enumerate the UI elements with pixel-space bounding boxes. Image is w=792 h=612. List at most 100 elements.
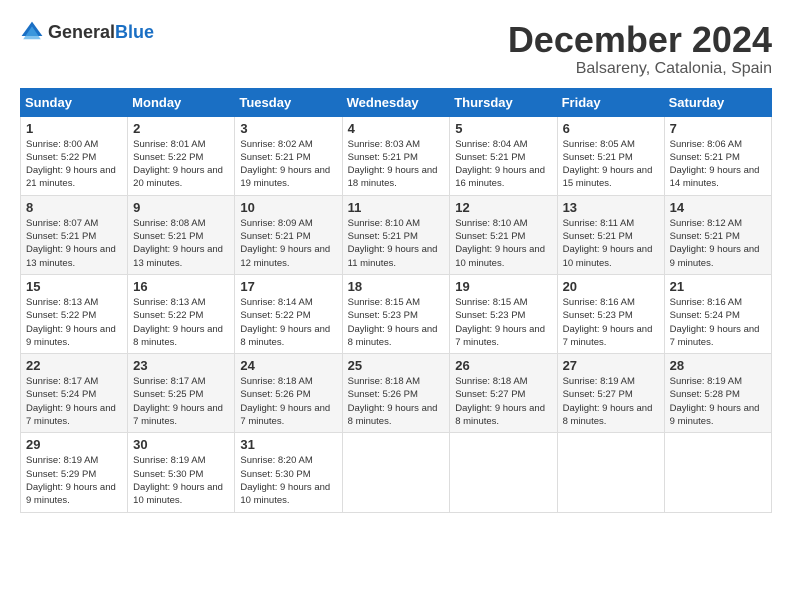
day-info: Sunrise: 8:10 AMSunset: 5:21 PMDaylight:… — [455, 217, 551, 270]
calendar-cell: 1Sunrise: 8:00 AMSunset: 5:22 PMDaylight… — [21, 116, 128, 195]
day-number: 29 — [26, 437, 122, 452]
day-number: 25 — [348, 358, 445, 373]
day-number: 15 — [26, 279, 122, 294]
day-number: 4 — [348, 121, 445, 136]
day-info: Sunrise: 8:00 AMSunset: 5:22 PMDaylight:… — [26, 138, 122, 191]
calendar-cell: 29 Sunrise: 8:19 AMSunset: 5:29 PMDayligh… — [21, 433, 128, 512]
day-number: 19 — [455, 279, 551, 294]
logo: GeneralBlue — [20, 20, 154, 44]
title-area: December 2024 Balsareny, Catalonia, Spai… — [508, 20, 772, 78]
weekday-header-thursday: Thursday — [450, 88, 557, 116]
calendar-cell — [450, 433, 557, 512]
calendar-cell: 8 Sunrise: 8:07 AMSunset: 5:21 PMDaylight… — [21, 195, 128, 274]
day-info: Sunrise: 8:19 AMSunset: 5:29 PMDaylight:… — [26, 454, 122, 507]
calendar-cell: 5 Sunrise: 8:04 AMSunset: 5:21 PMDaylight… — [450, 116, 557, 195]
day-number: 20 — [563, 279, 659, 294]
day-number: 31 — [240, 437, 336, 452]
day-info: Sunrise: 8:19 AMSunset: 5:27 PMDaylight:… — [563, 375, 659, 428]
logo-text-blue: Blue — [115, 22, 154, 42]
day-info: Sunrise: 8:05 AMSunset: 5:21 PMDaylight:… — [563, 138, 659, 191]
day-number: 27 — [563, 358, 659, 373]
calendar-cell — [342, 433, 450, 512]
day-info: Sunrise: 8:11 AMSunset: 5:21 PMDaylight:… — [563, 217, 659, 270]
day-number: 23 — [133, 358, 229, 373]
calendar-cell: 27 Sunrise: 8:19 AMSunset: 5:27 PMDayligh… — [557, 354, 664, 433]
calendar-cell: 21 Sunrise: 8:16 AMSunset: 5:24 PMDayligh… — [664, 274, 771, 353]
day-info: Sunrise: 8:16 AMSunset: 5:24 PMDaylight:… — [670, 296, 766, 349]
day-number: 18 — [348, 279, 445, 294]
day-info: Sunrise: 8:03 AMSunset: 5:21 PMDaylight:… — [348, 138, 445, 191]
day-info: Sunrise: 8:18 AMSunset: 5:26 PMDaylight:… — [240, 375, 336, 428]
day-number: 21 — [670, 279, 766, 294]
day-info: Sunrise: 8:07 AMSunset: 5:21 PMDaylight:… — [26, 217, 122, 270]
calendar-week-1: 1Sunrise: 8:00 AMSunset: 5:22 PMDaylight… — [21, 116, 772, 195]
day-info: Sunrise: 8:10 AMSunset: 5:21 PMDaylight:… — [348, 217, 445, 270]
calendar-cell: 9 Sunrise: 8:08 AMSunset: 5:21 PMDaylight… — [128, 195, 235, 274]
calendar-cell: 20 Sunrise: 8:16 AMSunset: 5:23 PMDayligh… — [557, 274, 664, 353]
weekday-header-tuesday: Tuesday — [235, 88, 342, 116]
calendar-cell: 22 Sunrise: 8:17 AMSunset: 5:24 PMDayligh… — [21, 354, 128, 433]
month-title: December 2024 — [508, 20, 772, 60]
day-number: 6 — [563, 121, 659, 136]
calendar: SundayMondayTuesdayWednesdayThursdayFrid… — [20, 88, 772, 513]
day-number: 9 — [133, 200, 229, 215]
day-info: Sunrise: 8:15 AMSunset: 5:23 PMDaylight:… — [348, 296, 445, 349]
calendar-cell: 18 Sunrise: 8:15 AMSunset: 5:23 PMDayligh… — [342, 274, 450, 353]
subtitle: Balsareny, Catalonia, Spain — [508, 60, 772, 78]
day-info: Sunrise: 8:17 AMSunset: 5:25 PMDaylight:… — [133, 375, 229, 428]
day-number: 7 — [670, 121, 766, 136]
calendar-cell: 23 Sunrise: 8:17 AMSunset: 5:25 PMDayligh… — [128, 354, 235, 433]
calendar-cell: 11Sunrise: 8:10 AMSunset: 5:21 PMDayligh… — [342, 195, 450, 274]
day-number: 5 — [455, 121, 551, 136]
day-info: Sunrise: 8:14 AMSunset: 5:22 PMDaylight:… — [240, 296, 336, 349]
day-number: 26 — [455, 358, 551, 373]
weekday-header-monday: Monday — [128, 88, 235, 116]
weekday-header-friday: Friday — [557, 88, 664, 116]
calendar-cell: 3Sunrise: 8:02 AMSunset: 5:21 PMDaylight… — [235, 116, 342, 195]
day-info: Sunrise: 8:16 AMSunset: 5:23 PMDaylight:… — [563, 296, 659, 349]
weekday-header-wednesday: Wednesday — [342, 88, 450, 116]
day-info: Sunrise: 8:17 AMSunset: 5:24 PMDaylight:… — [26, 375, 122, 428]
calendar-cell: 19Sunrise: 8:15 AMSunset: 5:23 PMDayligh… — [450, 274, 557, 353]
day-info: Sunrise: 8:13 AMSunset: 5:22 PMDaylight:… — [26, 296, 122, 349]
day-info: Sunrise: 8:04 AMSunset: 5:21 PMDaylight:… — [455, 138, 551, 191]
calendar-cell: 24 Sunrise: 8:18 AMSunset: 5:26 PMDayligh… — [235, 354, 342, 433]
day-info: Sunrise: 8:20 AMSunset: 5:30 PMDaylight:… — [240, 454, 336, 507]
day-number: 8 — [26, 200, 122, 215]
calendar-cell — [664, 433, 771, 512]
weekday-header-saturday: Saturday — [664, 88, 771, 116]
day-number: 16 — [133, 279, 229, 294]
calendar-cell: 7Sunrise: 8:06 AMSunset: 5:21 PMDaylight… — [664, 116, 771, 195]
calendar-week-2: 8 Sunrise: 8:07 AMSunset: 5:21 PMDaylight… — [21, 195, 772, 274]
day-info: Sunrise: 8:08 AMSunset: 5:21 PMDaylight:… — [133, 217, 229, 270]
calendar-cell: 6 Sunrise: 8:05 AMSunset: 5:21 PMDaylight… — [557, 116, 664, 195]
calendar-cell — [557, 433, 664, 512]
day-info: Sunrise: 8:13 AMSunset: 5:22 PMDaylight:… — [133, 296, 229, 349]
day-info: Sunrise: 8:01 AMSunset: 5:22 PMDaylight:… — [133, 138, 229, 191]
calendar-cell: 15 Sunrise: 8:13 AMSunset: 5:22 PMDayligh… — [21, 274, 128, 353]
calendar-cell: 14Sunrise: 8:12 AMSunset: 5:21 PMDayligh… — [664, 195, 771, 274]
day-number: 13 — [563, 200, 659, 215]
calendar-cell: 28 Sunrise: 8:19 AMSunset: 5:28 PMDayligh… — [664, 354, 771, 433]
weekday-header-row: SundayMondayTuesdayWednesdayThursdayFrid… — [21, 88, 772, 116]
calendar-week-4: 22 Sunrise: 8:17 AMSunset: 5:24 PMDayligh… — [21, 354, 772, 433]
day-number: 17 — [240, 279, 336, 294]
day-number: 22 — [26, 358, 122, 373]
day-info: Sunrise: 8:19 AMSunset: 5:30 PMDaylight:… — [133, 454, 229, 507]
calendar-cell: 12Sunrise: 8:10 AMSunset: 5:21 PMDayligh… — [450, 195, 557, 274]
day-info: Sunrise: 8:19 AMSunset: 5:28 PMDaylight:… — [670, 375, 766, 428]
calendar-week-5: 29 Sunrise: 8:19 AMSunset: 5:29 PMDayligh… — [21, 433, 772, 512]
logo-text-general: General — [48, 22, 115, 42]
day-info: Sunrise: 8:18 AMSunset: 5:27 PMDaylight:… — [455, 375, 551, 428]
calendar-cell: 2Sunrise: 8:01 AMSunset: 5:22 PMDaylight… — [128, 116, 235, 195]
day-info: Sunrise: 8:02 AMSunset: 5:21 PMDaylight:… — [240, 138, 336, 191]
day-number: 14 — [670, 200, 766, 215]
calendar-cell: 13 Sunrise: 8:11 AMSunset: 5:21 PMDayligh… — [557, 195, 664, 274]
day-number: 28 — [670, 358, 766, 373]
calendar-cell: 10Sunrise: 8:09 AMSunset: 5:21 PMDayligh… — [235, 195, 342, 274]
day-info: Sunrise: 8:09 AMSunset: 5:21 PMDaylight:… — [240, 217, 336, 270]
day-info: Sunrise: 8:18 AMSunset: 5:26 PMDaylight:… — [348, 375, 445, 428]
logo-icon — [20, 20, 44, 44]
day-number: 24 — [240, 358, 336, 373]
calendar-cell: 30Sunrise: 8:19 AMSunset: 5:30 PMDayligh… — [128, 433, 235, 512]
